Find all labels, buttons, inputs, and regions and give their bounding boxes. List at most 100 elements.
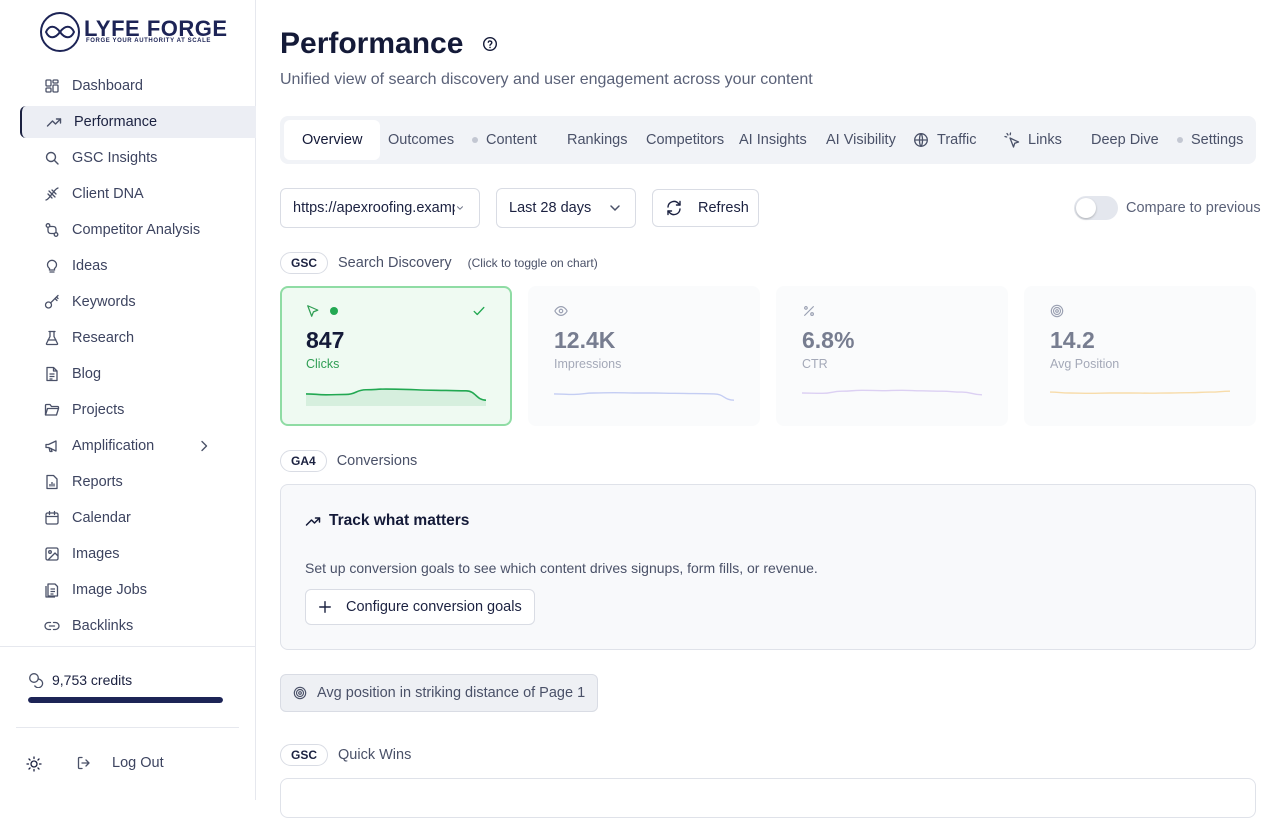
conversions-card-heading: Track what matters — [305, 512, 469, 530]
tab-outcomes[interactable]: Outcomes — [388, 120, 454, 160]
sidebar-item-gsc-insights[interactable]: GSC Insights — [20, 142, 256, 174]
metric-card-avg-position[interactable]: 14.2 Avg Position — [1024, 286, 1256, 426]
configure-goals-button[interactable]: Configure conversion goals — [305, 589, 535, 625]
tab-ai-insights[interactable]: AI Insights — [739, 120, 807, 160]
sidebar-item-research[interactable]: Research — [20, 322, 256, 354]
active-dot — [330, 307, 338, 315]
sidebar-item-ideas[interactable]: Ideas — [20, 250, 256, 282]
metric-value: 847 — [306, 327, 345, 353]
sidebar-item-image-jobs[interactable]: Image Jobs — [20, 574, 256, 606]
search-discovery-header: GSC Search Discovery (Click to toggle on… — [280, 252, 598, 274]
coins-icon — [29, 673, 44, 688]
metric-value: 12.4K — [554, 327, 616, 353]
sidebar-item-label: Blog — [72, 366, 102, 382]
help-icon[interactable] — [482, 36, 498, 52]
tab-links[interactable]: Links — [1004, 120, 1062, 160]
gsc-badge: GSC — [280, 744, 329, 766]
tab-deep-dive[interactable]: Deep Dive — [1091, 120, 1159, 160]
metric-card-ctr[interactable]: 6.8% CTR — [776, 286, 1008, 426]
logout-label: Log Out — [112, 755, 164, 771]
dashboard-icon — [45, 79, 59, 93]
credits-label: 9,753 credits — [52, 672, 133, 688]
page-title: Performance — [280, 27, 464, 60]
sidebar-item-backlinks[interactable]: Backlinks — [20, 610, 256, 642]
sidebar-item-label: Reports — [72, 474, 123, 490]
logout-button[interactable]: Log Out — [76, 755, 164, 771]
date-range-value: Last 28 days — [509, 200, 592, 216]
image-icon — [45, 547, 59, 561]
refresh-label: Refresh — [698, 200, 749, 216]
configure-goals-label: Configure conversion goals — [346, 599, 522, 615]
tab-traffic[interactable]: Traffic — [913, 120, 976, 160]
sidebar-item-label: Calendar — [72, 510, 131, 526]
site-select[interactable]: https://apexroofing.examp — [280, 188, 480, 228]
metric-label: Clicks — [306, 357, 340, 371]
tab-content[interactable]: Content — [472, 120, 537, 160]
trending-up-icon — [46, 118, 62, 127]
tab-ai-visibility[interactable]: AI Visibility — [826, 120, 896, 160]
metric-label: Impressions — [554, 357, 622, 371]
date-range-select[interactable]: Last 28 days — [496, 188, 636, 228]
link-icon — [44, 621, 60, 631]
logout-icon — [77, 756, 90, 770]
sparkline-line — [802, 389, 982, 396]
sun-icon[interactable] — [26, 756, 42, 772]
sparkline — [1050, 390, 1230, 395]
sidebar-item-amplification[interactable]: Amplification — [20, 430, 256, 462]
conversions-description: Set up conversion goals to see which con… — [305, 560, 818, 576]
section-hint: (Click to toggle on chart) — [467, 256, 598, 270]
metric-card-impressions[interactable]: 12.4K Impressions — [528, 286, 760, 426]
document-icon — [46, 366, 58, 382]
quick-wins-card — [280, 778, 1256, 818]
sidebar-item-client-dna[interactable]: Client DNA — [20, 178, 256, 210]
sidebar-item-label: Dashboard — [72, 78, 143, 94]
tab-bar: Overview Outcomes Content Rankings Compe… — [280, 116, 1256, 164]
page-subtitle: Unified view of search discovery and use… — [280, 71, 813, 88]
tab-label: Traffic — [937, 132, 977, 148]
sparkline-line — [554, 391, 734, 401]
tab-rankings[interactable]: Rankings — [567, 120, 627, 160]
striking-distance-chip[interactable]: Avg position in striking distance of Pag… — [280, 674, 599, 712]
compare-toggle[interactable] — [1074, 196, 1118, 220]
sidebar-item-performance[interactable]: Performance — [20, 106, 256, 138]
tab-competitors[interactable]: Competitors — [646, 120, 724, 160]
site-select-value: https://apexroofing.examp — [293, 200, 455, 216]
cursor-icon — [307, 305, 319, 317]
sidebar-item-images[interactable]: Images — [20, 538, 256, 570]
refresh-button[interactable]: Refresh — [652, 189, 759, 227]
image-jobs-icon — [45, 583, 59, 598]
refresh-icon — [667, 200, 681, 216]
sidebar-item-calendar[interactable]: Calendar — [20, 502, 256, 534]
metric-card-clicks[interactable]: 847 Clicks — [280, 286, 512, 426]
sidebar-item-dashboard[interactable]: Dashboard — [20, 70, 256, 102]
conversions-card-title: Track what matters — [329, 512, 470, 529]
git-compare-icon — [45, 223, 59, 237]
megaphone-icon — [45, 440, 57, 453]
sidebar-item-blog[interactable]: Blog — [20, 358, 256, 390]
globe-icon — [914, 133, 928, 147]
striking-distance-label: Avg position in striking distance of Pag… — [317, 685, 586, 701]
plus-icon — [319, 601, 331, 613]
sidebar-item-competitor-analysis[interactable]: Competitor Analysis — [20, 214, 256, 246]
sidebar-item-label: Competitor Analysis — [72, 222, 201, 238]
metric-value: 6.8% — [802, 327, 855, 353]
credits-progress-bar — [28, 697, 223, 703]
tab-dot-icon — [1177, 137, 1183, 143]
sidebar-item-projects[interactable]: Projects — [20, 394, 256, 426]
conversions-card: Track what matters Set up conversion goa… — [280, 484, 1256, 650]
calendar-icon — [45, 510, 59, 525]
sidebar-item-label: Keywords — [72, 294, 136, 310]
chevron-right-icon[interactable] — [196, 438, 212, 454]
sidebar-item-reports[interactable]: Reports — [20, 466, 256, 498]
metric-label: CTR — [802, 357, 828, 371]
credits-display: 9,753 credits — [28, 672, 132, 688]
tab-settings[interactable]: Settings — [1177, 120, 1243, 160]
search-icon — [45, 151, 59, 165]
sidebar-item-keywords[interactable]: Keywords — [20, 286, 256, 318]
chevron-down-icon — [457, 206, 463, 210]
brand-logo[interactable]: LYFE FORGE FORGE YOUR AUTHORITY AT SCALE — [40, 10, 227, 54]
tab-overview[interactable]: Overview — [284, 120, 381, 160]
sidebar-divider — [16, 727, 239, 728]
sidebar-item-label: Amplification — [72, 438, 155, 454]
tab-label: AI Insights — [739, 132, 807, 148]
